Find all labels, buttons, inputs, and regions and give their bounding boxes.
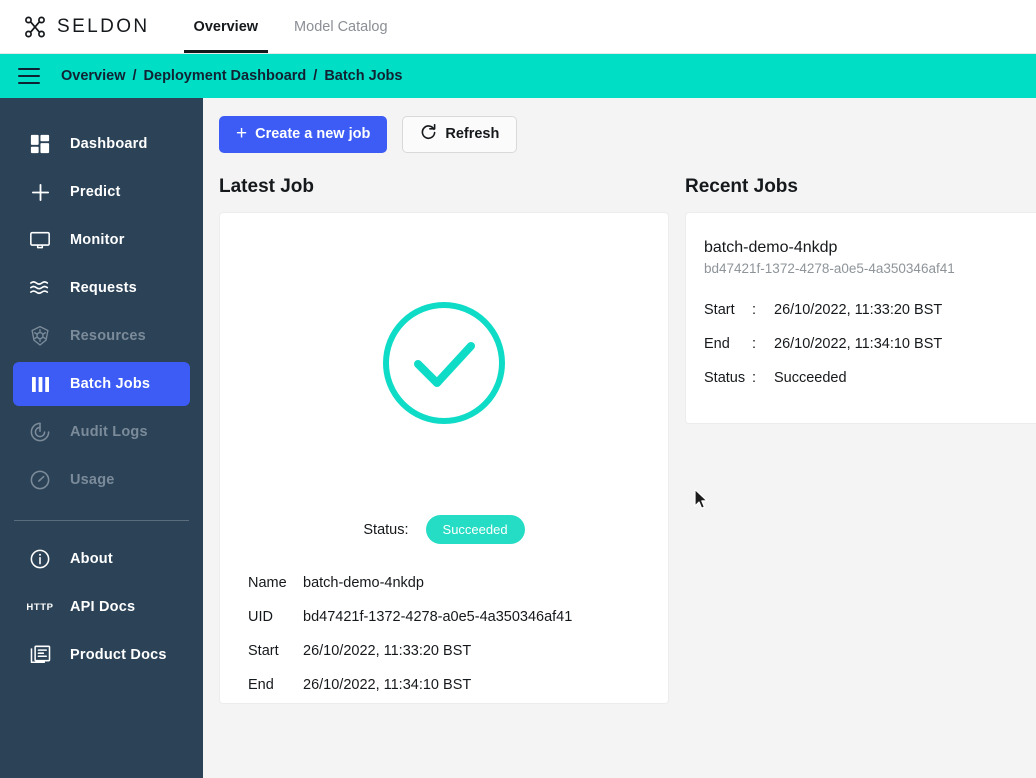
plus-icon xyxy=(27,179,53,205)
radar-spiral-icon xyxy=(27,419,53,445)
status-badge: Succeeded xyxy=(425,515,525,544)
sidebar-item-usage[interactable]: Usage xyxy=(13,458,190,502)
sidebar-item-label: Dashboard xyxy=(70,136,148,152)
recent-job-row-start: Start : 26/10/2022, 11:33:20 BST xyxy=(704,293,1036,327)
sidebar-item-label: Monitor xyxy=(70,232,125,248)
bars-batch-icon xyxy=(27,371,53,397)
breadcrumb-item-deployment-dashboard[interactable]: Deployment Dashboard xyxy=(144,68,307,84)
breadcrumb-item-batch-jobs: Batch Jobs xyxy=(324,68,403,84)
detail-row-start: Start 26/10/2022, 11:33:20 BST xyxy=(248,634,654,668)
sidebar-item-label: Batch Jobs xyxy=(70,376,151,392)
latest-job-title: Latest Job xyxy=(219,176,315,197)
sidebar-item-dashboard[interactable]: Dashboard xyxy=(13,122,190,166)
success-check-circle-icon xyxy=(234,213,654,513)
content-columns: Latest Job Status: Succeeded Name batch-… xyxy=(219,154,1036,704)
row-value: Succeeded xyxy=(774,370,847,386)
detail-key: End xyxy=(248,677,274,693)
row-colon: : xyxy=(752,370,757,386)
refresh-label: Refresh xyxy=(445,126,500,142)
brand-logo[interactable]: SELDON xyxy=(0,0,176,53)
http-badge-text: HTTP xyxy=(26,601,54,613)
row-value: 26/10/2022, 11:34:10 BST xyxy=(774,336,943,352)
recent-job-name: batch-demo-4nkdp xyxy=(704,239,838,256)
recent-job-item[interactable]: batch-demo-4nkdp bd47421f-1372-4278-a0e5… xyxy=(685,212,1036,424)
grid-dashboard-icon xyxy=(27,131,53,157)
detail-key: UID xyxy=(248,609,273,625)
monitor-screen-icon xyxy=(27,227,53,253)
detail-key: Start xyxy=(248,643,279,659)
main-content: + Create a new job Refresh Latest Job St… xyxy=(203,98,1036,778)
detail-row-name: Name batch-demo-4nkdp xyxy=(248,566,654,600)
detail-value: 26/10/2022, 11:34:10 BST xyxy=(303,677,472,693)
http-badge-icon: HTTP xyxy=(26,594,54,620)
row-key: Start xyxy=(704,302,735,318)
latest-job-card: Status: Succeeded Name batch-demo-4nkdp … xyxy=(219,212,669,704)
detail-value: bd47421f-1372-4278-a0e5-4a350346af41 xyxy=(303,609,573,625)
brand-name: SELDON xyxy=(57,15,150,37)
sidebar-item-predict[interactable]: Predict xyxy=(13,170,190,214)
waves-icon xyxy=(27,275,53,301)
breadcrumb-bar: Overview / Deployment Dashboard / Batch … xyxy=(0,54,1036,98)
breadcrumb-item-overview[interactable]: Overview xyxy=(61,68,126,84)
sidebar-item-label: Usage xyxy=(70,472,115,488)
row-key: Status xyxy=(704,370,746,386)
latest-job-details: Name batch-demo-4nkdp UID bd47421f-1372-… xyxy=(234,566,654,702)
breadcrumb-separator: / xyxy=(313,68,318,84)
seldon-knot-logo-icon xyxy=(22,14,48,40)
info-circle-icon xyxy=(27,546,53,572)
sidebar-item-api-docs[interactable]: HTTP API Docs xyxy=(13,585,190,629)
create-new-job-button[interactable]: + Create a new job xyxy=(219,115,388,153)
toolbar: + Create a new job Refresh xyxy=(219,114,1036,154)
detail-value: batch-demo-4nkdp xyxy=(303,575,424,591)
sidebar-item-about[interactable]: About xyxy=(13,537,190,581)
sidebar-item-label: Resources xyxy=(70,328,146,344)
sidebar-item-label: API Docs xyxy=(70,599,136,615)
sidebar-item-resources[interactable]: Resources xyxy=(13,314,190,358)
tab-overview-label: Overview xyxy=(193,18,259,35)
sidebar-item-audit-logs[interactable]: Audit Logs xyxy=(13,410,190,454)
app-root: SELDON Overview Model Catalog Overview /… xyxy=(0,0,1036,778)
sidebar: Dashboard Predict Monitor Requests Resou… xyxy=(0,98,203,778)
recent-jobs-title: Recent Jobs xyxy=(685,176,798,197)
gauge-speedometer-icon xyxy=(27,467,53,493)
sidebar-item-monitor[interactable]: Monitor xyxy=(13,218,190,262)
row-key: End xyxy=(704,336,730,352)
recent-job-uid: bd47421f-1372-4278-a0e5-4a350346af41 xyxy=(704,261,955,276)
latest-job-status-row: Status: Succeeded xyxy=(234,515,654,544)
status-label: Status: xyxy=(363,521,409,538)
kubernetes-helm-icon xyxy=(27,323,53,349)
sidebar-item-label: Requests xyxy=(70,280,137,296)
sidebar-item-product-docs[interactable]: Product Docs xyxy=(13,633,190,677)
documents-stack-icon xyxy=(27,642,53,668)
row-value: 26/10/2022, 11:33:20 BST xyxy=(774,302,943,318)
latest-job-column: Latest Job Status: Succeeded Name batch-… xyxy=(219,154,669,704)
recent-job-row-status: Status : Succeeded xyxy=(704,361,1036,395)
recent-job-row-end: End : 26/10/2022, 11:34:10 BST xyxy=(704,327,1036,361)
sidebar-item-batch-jobs[interactable]: Batch Jobs xyxy=(13,362,190,406)
tab-overview[interactable]: Overview xyxy=(176,0,277,53)
create-new-job-label: Create a new job xyxy=(255,126,371,142)
row-colon: : xyxy=(752,302,757,318)
sidebar-divider xyxy=(14,520,189,521)
hamburger-menu-icon[interactable] xyxy=(18,68,40,84)
recent-jobs-column: Recent Jobs batch-demo-4nkdp bd47421f-13… xyxy=(685,154,1036,704)
row-colon: : xyxy=(752,336,757,352)
refresh-circular-arrow-icon xyxy=(420,123,437,145)
top-navigation: Overview Model Catalog xyxy=(176,0,406,53)
sidebar-item-label: Predict xyxy=(70,184,121,200)
detail-row-end: End 26/10/2022, 11:34:10 BST xyxy=(248,668,654,702)
refresh-button[interactable]: Refresh xyxy=(402,115,518,153)
breadcrumb-separator: / xyxy=(132,68,137,84)
top-bar: SELDON Overview Model Catalog xyxy=(0,0,1036,54)
tab-model-catalog-label: Model Catalog xyxy=(294,18,388,35)
sidebar-item-label: About xyxy=(70,551,113,567)
plus-icon: + xyxy=(236,123,248,144)
detail-row-uid: UID bd47421f-1372-4278-a0e5-4a350346af41 xyxy=(248,600,654,634)
tab-model-catalog[interactable]: Model Catalog xyxy=(276,0,406,53)
sidebar-item-label: Product Docs xyxy=(70,647,167,663)
detail-key: Name xyxy=(248,575,287,591)
detail-value: 26/10/2022, 11:33:20 BST xyxy=(303,643,472,659)
sidebar-item-label: Audit Logs xyxy=(70,424,148,440)
sidebar-item-requests[interactable]: Requests xyxy=(13,266,190,310)
